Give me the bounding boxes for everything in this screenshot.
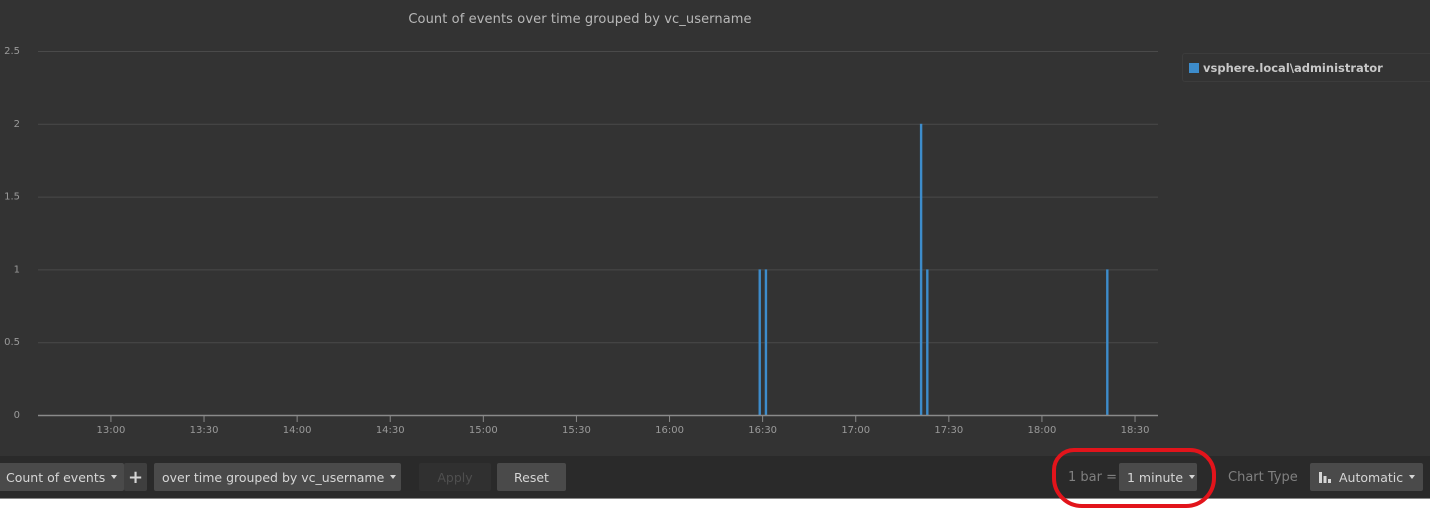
legend-label: vsphere.local\administrator [1203,60,1383,75]
x-tick-label: 16:00 [655,425,684,436]
x-tick-label: 18:00 [1028,425,1057,436]
chart-panel: Count of events over time grouped by vc_… [0,0,1430,456]
metric-dropdown-label: Count of events [6,469,106,485]
plus-icon: + [127,466,144,488]
x-tick-label: 14:30 [376,425,405,436]
bar-span-dropdown-label: 1 minute [1127,469,1184,485]
reset-button-label: Reset [514,469,549,485]
chevron-down-icon [111,475,118,479]
x-tick-label: 13:00 [97,425,126,436]
y-tick-label: 2.5 [4,46,20,57]
chart-type-dropdown-label: Automatic [1339,469,1404,485]
x-tick-label: 13:30 [190,425,219,436]
bar [764,269,768,415]
x-tick-label: 15:30 [562,425,591,436]
chart-toolbar: Count of events + over time grouped by v… [0,456,1430,499]
chevron-down-icon [1409,475,1416,479]
chart-type-dropdown[interactable]: Automatic [1310,463,1423,491]
chevron-down-icon [1189,475,1196,479]
x-tick-label: 18:30 [1121,425,1150,436]
x-tick-label: 16:30 [748,425,777,436]
y-tick-label: 1.5 [4,192,20,203]
y-tick-label: 0 [14,410,20,421]
bar-span-dropdown[interactable]: 1 minute [1119,463,1197,491]
bar [1106,269,1109,415]
x-tick-label: 14:00 [283,425,312,436]
add-metric-button[interactable]: + [124,463,147,491]
groupby-dropdown-label: over time grouped by vc_username [162,469,385,485]
y-tick-label: 1 [14,264,20,275]
chevron-down-icon [390,475,397,479]
bar-span-label: 1 bar = [1068,469,1117,485]
metric-dropdown[interactable]: Count of events [0,463,124,491]
x-tick-label: 17:30 [934,425,963,436]
y-tick-label: 2 [14,119,20,130]
bar [758,269,761,415]
bar-chart-icon [1319,472,1331,483]
apply-button[interactable]: Apply [419,463,491,491]
chart-plot: 0 0.5 1 1.5 2 2.5 13:00 13:30 14:00 14:30 15:00 15:… [4,46,1158,436]
legend: vsphere.local\administrator [1182,53,1430,82]
y-tick-label: 0.5 [4,337,20,348]
bar [919,123,923,416]
apply-button-label: Apply [437,469,473,485]
chart-type-label: Chart Type [1228,469,1298,485]
x-tick-label: 15:00 [469,425,498,436]
legend-item[interactable]: vsphere.local\administrator [1189,61,1383,75]
groupby-dropdown[interactable]: over time grouped by vc_username [154,463,401,491]
legend-swatch [1189,62,1199,73]
reset-button[interactable]: Reset [497,463,566,491]
bar [926,269,929,415]
x-tick-label: 17:00 [841,425,870,436]
